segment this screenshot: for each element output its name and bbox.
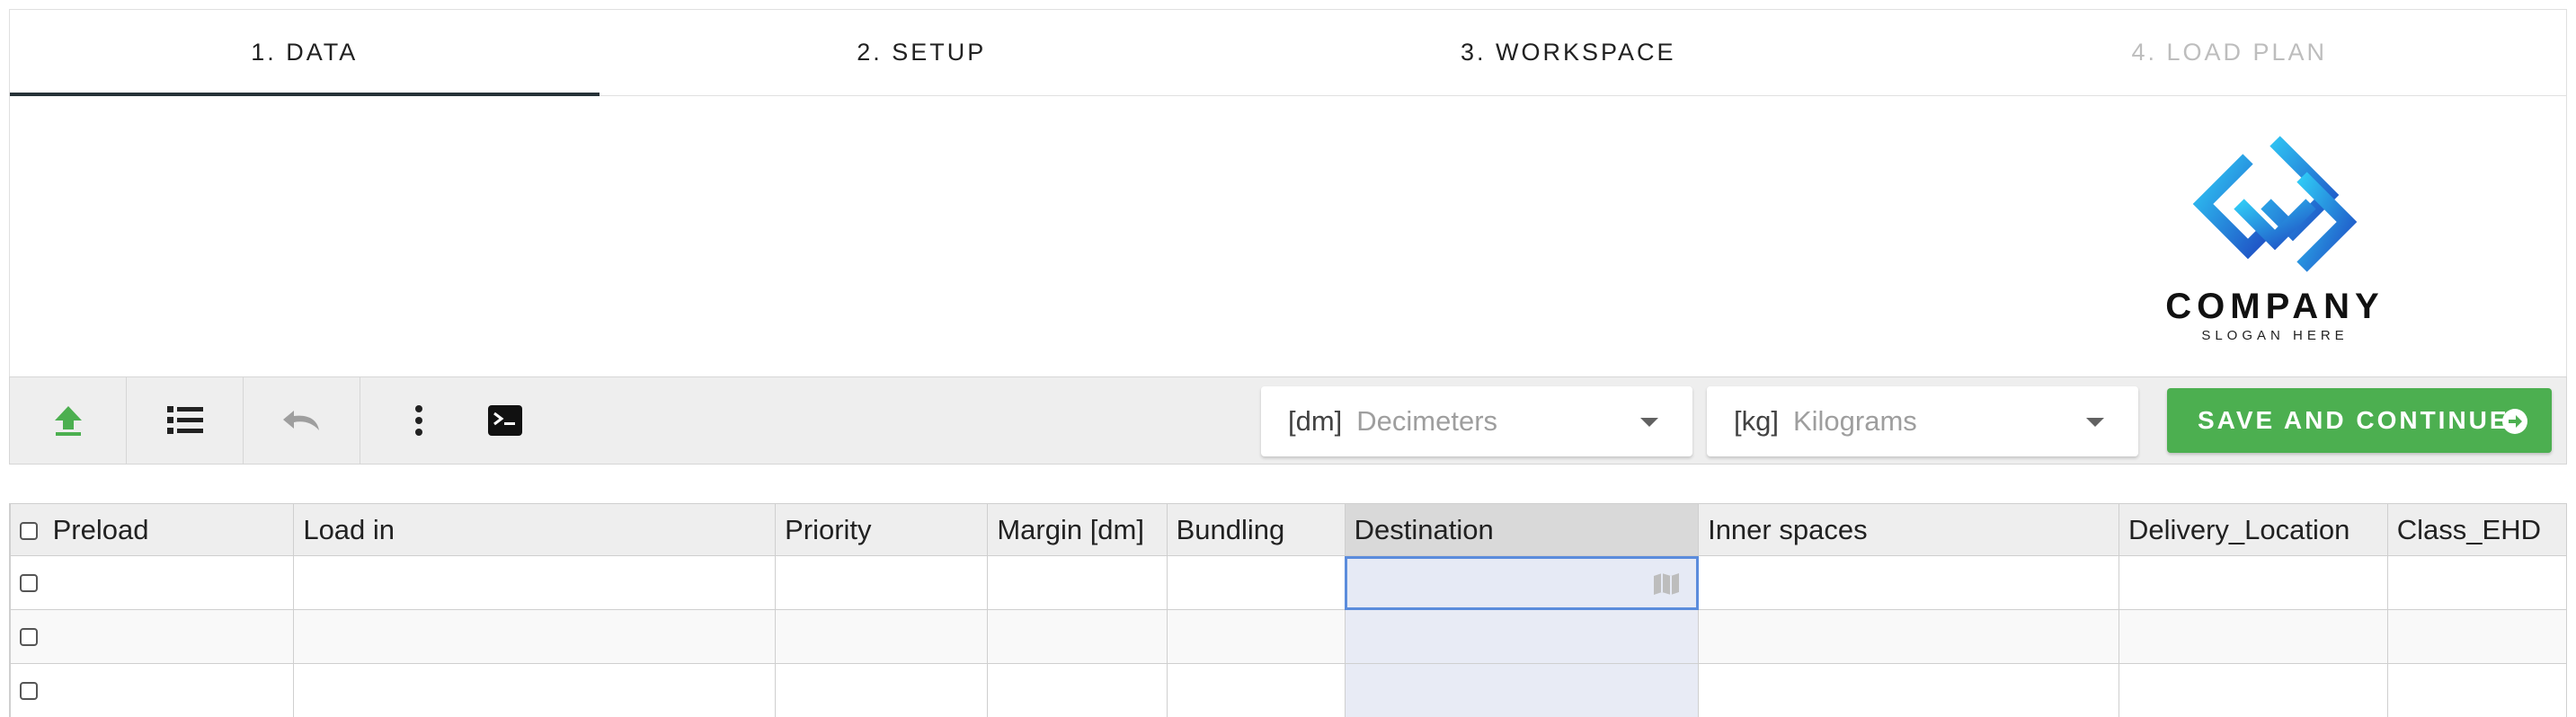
undo-button[interactable] bbox=[244, 377, 360, 464]
data-grid: Preload Load in Priority Margin [dm] Bun… bbox=[9, 503, 2567, 717]
tab-workspace[interactable]: 3. WORKSPACE bbox=[1244, 10, 1893, 95]
length-unit-code: [dm] bbox=[1288, 405, 1343, 437]
grid-cell-destination[interactable] bbox=[1344, 663, 1700, 717]
grid-cell[interactable] bbox=[2386, 555, 2567, 610]
grid-cell-preload[interactable] bbox=[10, 663, 295, 717]
column-header-margin[interactable]: Margin [dm] bbox=[987, 503, 1168, 556]
column-header-load-in[interactable]: Load in bbox=[293, 503, 777, 556]
grid-cell[interactable] bbox=[293, 663, 777, 717]
grid-cell[interactable] bbox=[1698, 609, 2119, 664]
grid-cell-preload[interactable] bbox=[10, 609, 295, 664]
logo-company-name: COMPANY bbox=[2165, 287, 2385, 326]
save-button-label: SAVE AND CONTINUE bbox=[2198, 406, 2509, 434]
logo-mark-icon bbox=[2192, 136, 2358, 272]
tab-setup[interactable]: 2. SETUP bbox=[600, 10, 1245, 95]
company-logo: COMPANY SLOGAN HERE bbox=[2149, 132, 2401, 348]
row-checkbox[interactable] bbox=[20, 681, 38, 700]
length-unit-value: Decimeters bbox=[1356, 405, 1498, 437]
table-row bbox=[10, 663, 2567, 717]
grid-cell[interactable] bbox=[2118, 663, 2388, 717]
table-row bbox=[10, 609, 2567, 664]
grid-cell[interactable] bbox=[775, 555, 989, 610]
chevron-down-icon bbox=[2086, 418, 2104, 427]
more-vert-icon bbox=[415, 405, 422, 436]
column-header-delivery-location[interactable]: Delivery_Location bbox=[2118, 503, 2388, 556]
upload-icon bbox=[54, 406, 82, 436]
tab-load-plan: 4. LOAD PLAN bbox=[2131, 39, 2328, 66]
length-unit-select[interactable]: [dm] Decimeters bbox=[1261, 386, 1692, 456]
grid-cell[interactable] bbox=[1698, 555, 2119, 610]
column-header-bundling[interactable]: Bundling bbox=[1166, 503, 1346, 556]
grid-cell[interactable] bbox=[1698, 663, 2119, 717]
column-header-destination[interactable]: Destination bbox=[1344, 503, 1700, 556]
grid-cell[interactable] bbox=[1166, 609, 1346, 664]
grid-cell[interactable] bbox=[293, 609, 777, 664]
toolbar: [dm] Decimeters [kg] Kilograms SAVE AND … bbox=[9, 376, 2567, 465]
column-header-label: Preload bbox=[52, 513, 149, 545]
grid-cell[interactable] bbox=[2386, 609, 2567, 664]
logo-slogan: SLOGAN HERE bbox=[2201, 328, 2349, 343]
grid-cell-destination[interactable] bbox=[1344, 609, 1700, 664]
row-checkbox[interactable] bbox=[20, 573, 38, 592]
row-checkbox[interactable] bbox=[20, 627, 38, 646]
weight-unit-code: [kg] bbox=[1734, 405, 1779, 437]
upload-button[interactable] bbox=[10, 377, 127, 464]
console-button[interactable] bbox=[447, 377, 564, 464]
console-icon bbox=[488, 405, 522, 436]
list-icon bbox=[166, 406, 203, 434]
grid-header-row: Preload Load in Priority Margin [dm] Bun… bbox=[10, 503, 2567, 556]
grid-cell[interactable] bbox=[775, 663, 989, 717]
grid-cell-destination-selected[interactable] bbox=[1344, 555, 1700, 610]
column-header-inner-spaces[interactable]: Inner spaces bbox=[1698, 503, 2119, 556]
grid-cell[interactable] bbox=[1166, 555, 1346, 610]
table-row bbox=[10, 555, 2567, 610]
column-header-class-ehd[interactable]: Class_EHD bbox=[2386, 503, 2567, 556]
grid-cell[interactable] bbox=[293, 555, 777, 610]
grid-cell[interactable] bbox=[2118, 609, 2388, 664]
wizard-tabs: 1. DATA 2. SETUP 3. WORKSPACE 4. LOAD PL… bbox=[9, 9, 2567, 96]
weight-unit-select[interactable]: [kg] Kilograms bbox=[1707, 386, 2138, 456]
arrow-circle-right-icon bbox=[2502, 409, 2527, 434]
grid-cell[interactable] bbox=[987, 663, 1168, 717]
undo-icon bbox=[282, 411, 319, 430]
column-header-preload[interactable]: Preload bbox=[10, 503, 295, 556]
tab-data[interactable]: 1. DATA bbox=[10, 10, 600, 96]
grid-cell[interactable] bbox=[1166, 663, 1346, 717]
grid-cell[interactable] bbox=[987, 609, 1168, 664]
grid-cell[interactable] bbox=[987, 555, 1168, 610]
grid-cell[interactable] bbox=[775, 609, 989, 664]
weight-unit-value: Kilograms bbox=[1792, 405, 1917, 437]
columns-list-button[interactable] bbox=[127, 377, 244, 464]
save-and-continue-button[interactable]: SAVE AND CONTINUE bbox=[2167, 388, 2552, 453]
map-icon bbox=[1654, 573, 1680, 595]
select-all-checkbox[interactable] bbox=[20, 522, 38, 541]
header-banner: COMPANY SLOGAN HERE bbox=[9, 96, 2567, 376]
grid-cell[interactable] bbox=[2386, 663, 2567, 717]
column-header-priority[interactable]: Priority bbox=[775, 503, 989, 556]
grid-cell-preload[interactable] bbox=[10, 555, 295, 610]
grid-cell[interactable] bbox=[2118, 555, 2388, 610]
chevron-down-icon bbox=[1640, 418, 1658, 427]
